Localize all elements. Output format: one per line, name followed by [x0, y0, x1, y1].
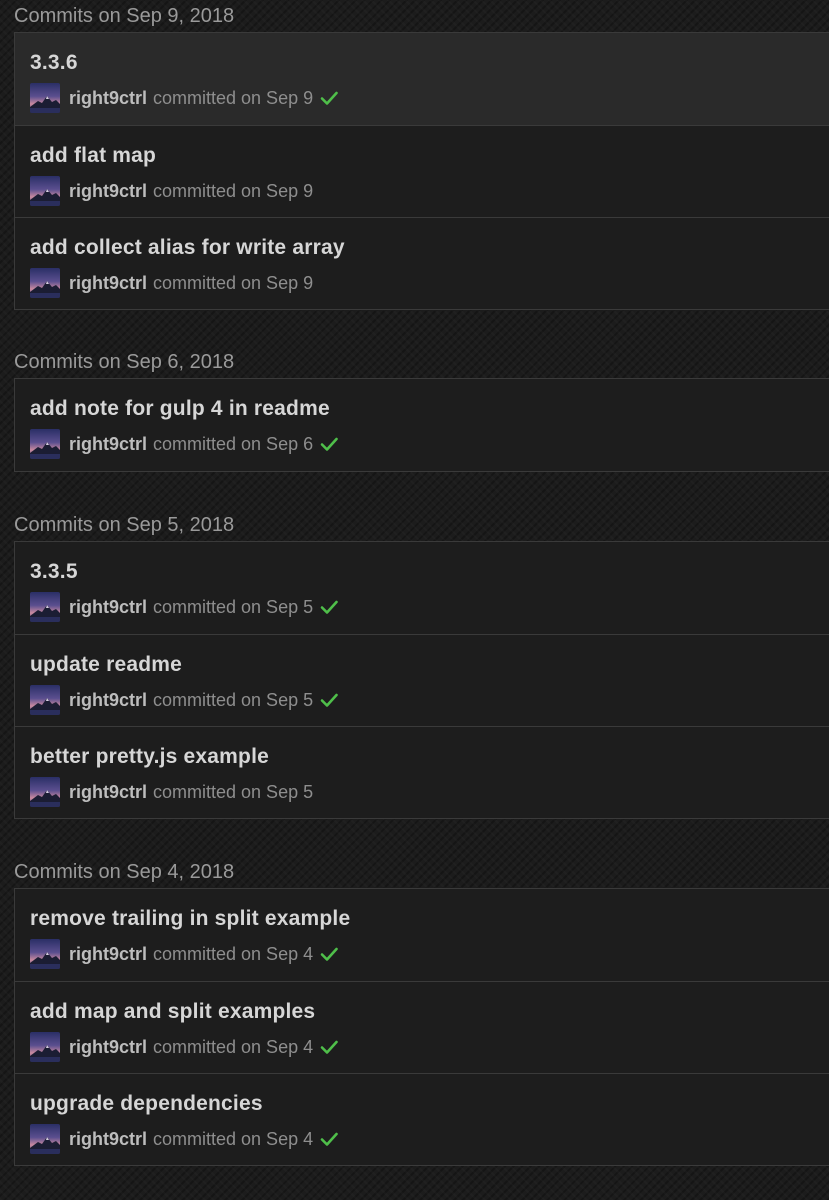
commit-meta: right9ctrl committed on Sep 4 — [30, 1032, 339, 1062]
commit-group-heading: Commits on Sep 4, 2018 — [14, 861, 235, 883]
commit-date: committed on Sep 5 — [153, 689, 314, 710]
check-icon[interactable] — [319, 88, 339, 108]
commit-author[interactable]: right9ctrl — [69, 597, 147, 618]
commit-title[interactable]: remove trailing in split example — [30, 904, 350, 934]
check-icon[interactable] — [319, 944, 339, 964]
commit-title[interactable]: add note for gulp 4 in readme — [30, 394, 330, 424]
commit-meta: right9ctrl committed on Sep 5 — [30, 777, 313, 807]
commit-author[interactable]: right9ctrl — [69, 1037, 147, 1058]
commit-date: committed on Sep 6 — [153, 433, 314, 454]
commit-list: 3.3.6 right9ctrl committed on Sep 9 add … — [14, 32, 829, 310]
commit-meta: right9ctrl committed on Sep 9 — [30, 83, 339, 113]
avatar[interactable] — [30, 685, 60, 715]
avatar[interactable] — [30, 1032, 60, 1062]
commit-meta: right9ctrl committed on Sep 9 — [30, 268, 313, 298]
avatar[interactable] — [30, 268, 60, 298]
commit-row[interactable]: update readme right9ctrl committed on Se… — [15, 634, 829, 726]
commit-row[interactable]: 3.3.5 right9ctrl committed on Sep 5 — [15, 542, 829, 634]
commit-author[interactable]: right9ctrl — [69, 690, 147, 711]
commit-group-heading: Commits on Sep 6, 2018 — [14, 351, 235, 373]
commit-row[interactable]: add note for gulp 4 in readme right9ctrl… — [15, 379, 829, 471]
commit-list: 3.3.5 right9ctrl committed on Sep 5 upda… — [14, 541, 829, 819]
commit-date: committed on Sep 9 — [153, 272, 314, 293]
commit-row[interactable]: 3.3.6 right9ctrl committed on Sep 9 — [15, 33, 829, 125]
commit-row[interactable]: remove trailing in split example right9c… — [15, 889, 829, 981]
avatar[interactable] — [30, 777, 60, 807]
check-icon[interactable] — [319, 597, 339, 617]
avatar[interactable] — [30, 83, 60, 113]
commit-meta: right9ctrl committed on Sep 4 — [30, 939, 339, 969]
commit-author[interactable]: right9ctrl — [69, 273, 147, 294]
commit-row[interactable]: add flat map right9ctrl committed on Sep… — [15, 125, 829, 217]
commit-meta: right9ctrl committed on Sep 6 — [30, 429, 339, 459]
commit-date: committed on Sep 4 — [153, 1036, 314, 1057]
check-icon[interactable] — [319, 1129, 339, 1149]
commit-group-heading: Commits on Sep 5, 2018 — [14, 514, 235, 536]
commit-author[interactable]: right9ctrl — [69, 1129, 147, 1150]
commit-row[interactable]: add map and split examples right9ctrl co… — [15, 981, 829, 1073]
commit-date: committed on Sep 9 — [153, 180, 314, 201]
commit-date: committed on Sep 4 — [153, 1128, 314, 1149]
commit-row[interactable]: add collect alias for write array right9… — [15, 217, 829, 309]
commit-date: committed on Sep 5 — [153, 596, 314, 617]
check-icon[interactable] — [319, 1037, 339, 1057]
commit-group-heading: Commits on Sep 9, 2018 — [14, 5, 235, 27]
commit-date: committed on Sep 9 — [153, 87, 314, 108]
commit-author[interactable]: right9ctrl — [69, 944, 147, 965]
check-icon[interactable] — [319, 690, 339, 710]
commit-title[interactable]: add collect alias for write array — [30, 233, 345, 263]
commit-meta: right9ctrl committed on Sep 5 — [30, 592, 339, 622]
commit-row[interactable]: upgrade dependencies right9ctrl committe… — [15, 1073, 829, 1165]
commit-author[interactable]: right9ctrl — [69, 434, 147, 455]
commit-title[interactable]: 3.3.6 — [30, 48, 78, 78]
commit-title[interactable]: add flat map — [30, 141, 156, 171]
commit-title[interactable]: 3.3.5 — [30, 557, 78, 587]
commit-date: committed on Sep 4 — [153, 943, 314, 964]
commit-meta: right9ctrl committed on Sep 5 — [30, 685, 339, 715]
commit-meta: right9ctrl committed on Sep 4 — [30, 1124, 339, 1154]
commit-timeline: Commits on Sep 9, 2018 3.3.6 right9ctrl … — [0, 0, 829, 1200]
commit-author[interactable]: right9ctrl — [69, 88, 147, 109]
commit-meta: right9ctrl committed on Sep 9 — [30, 176, 313, 206]
avatar[interactable] — [30, 939, 60, 969]
commit-list: add note for gulp 4 in readme right9ctrl… — [14, 378, 829, 472]
commit-author[interactable]: right9ctrl — [69, 181, 147, 202]
avatar[interactable] — [30, 429, 60, 459]
commit-author[interactable]: right9ctrl — [69, 782, 147, 803]
commit-row[interactable]: better pretty.js example right9ctrl comm… — [15, 726, 829, 818]
avatar[interactable] — [30, 1124, 60, 1154]
avatar[interactable] — [30, 592, 60, 622]
commit-title[interactable]: better pretty.js example — [30, 742, 269, 772]
commit-date: committed on Sep 5 — [153, 781, 314, 802]
commit-title[interactable]: add map and split examples — [30, 997, 315, 1027]
commit-list: remove trailing in split example right9c… — [14, 888, 829, 1166]
avatar[interactable] — [30, 176, 60, 206]
commit-title[interactable]: update readme — [30, 650, 182, 680]
check-icon[interactable] — [319, 434, 339, 454]
commit-title[interactable]: upgrade dependencies — [30, 1089, 263, 1119]
